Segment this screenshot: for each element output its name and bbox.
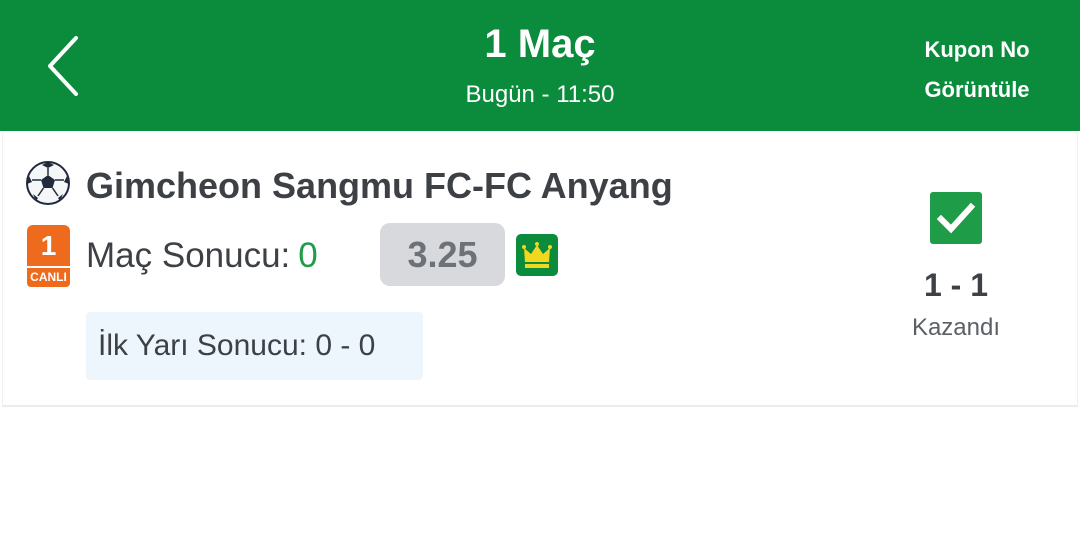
half-time-result: İlk Yarı Sonucu: 0 - 0: [86, 312, 423, 380]
market-row: Maç Sonucu: 0: [86, 231, 318, 281]
chevron-left-icon: [48, 36, 78, 96]
match-name: Gimcheon Sangmu FC-FC Anyang: [86, 165, 673, 206]
top-bar: 1 Maç Bugün - 11:50 Kupon No Görüntüle: [0, 0, 1080, 131]
coupon-button-label-line2: Görüntüle: [924, 77, 1030, 102]
bet-card[interactable]: Gimcheon Sangmu FC-FC Anyang 1 CANLI Maç…: [2, 133, 1078, 407]
back-button[interactable]: [38, 34, 94, 98]
final-score: 1 - 1: [923, 267, 989, 303]
coupon-button-label-line1: Kupon No: [924, 37, 1030, 62]
live-badge-label: CANLI: [27, 268, 70, 287]
view-coupon-number-button[interactable]: Kupon No Görüntüle: [912, 30, 1042, 110]
live-badge-number: 1: [27, 225, 70, 266]
bet-pick: 0: [298, 236, 318, 275]
live-badge: 1 CANLI: [27, 225, 70, 287]
market-label: Maç Sonucu:: [86, 236, 291, 275]
page-title: 1 Maç: [484, 22, 596, 66]
page-subtitle: Bugün - 11:50: [465, 81, 615, 108]
soccer-ball-icon: [25, 160, 71, 206]
odds-value: 3.25: [380, 223, 505, 286]
bet-status: Kazandı: [911, 314, 1001, 341]
crown-icon: [516, 234, 558, 276]
check-icon: [930, 192, 982, 244]
header-title-block: 1 Maç Bugün - 11:50: [340, 18, 740, 112]
